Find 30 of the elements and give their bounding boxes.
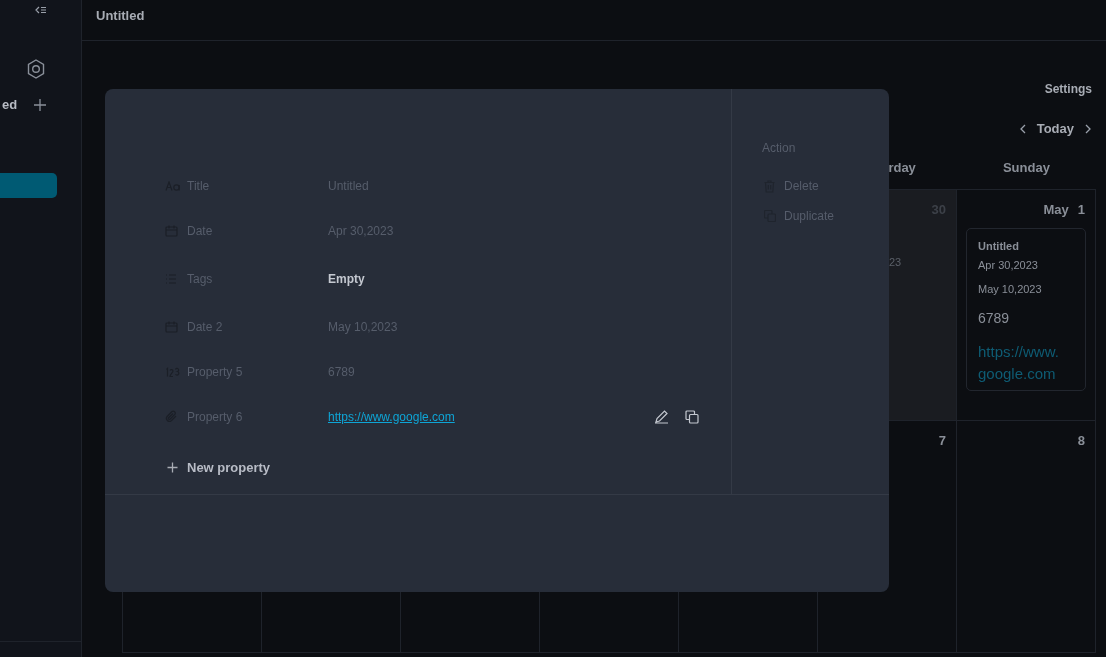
settings-icon[interactable] — [26, 58, 46, 80]
settings-link[interactable]: Settings — [1044, 80, 1092, 98]
add-icon[interactable] — [167, 462, 178, 474]
property-link[interactable]: https://www.google.com — [328, 407, 455, 426]
day-number: 8 — [1077, 431, 1085, 450]
previous-icon[interactable] — [1018, 123, 1027, 134]
event-date: May 10,2023 — [978, 282, 1043, 297]
day-header: rday — [888, 159, 916, 178]
new-property-button[interactable]: New property — [187, 458, 271, 478]
calendar-cell[interactable]: 8 — [957, 420, 1096, 653]
sidebar-item[interactable] — [0, 172, 57, 198]
next-icon[interactable] — [1084, 123, 1092, 134]
event-date: Apr 30,2023 — [978, 257, 1039, 273]
event-card[interactable]: Untitled Apr 30,2023 May 10,2023 6789 https://www.google.com — [966, 228, 1086, 391]
property-placeholder[interactable]: Empty — [328, 269, 365, 288]
month-label: May — [1043, 200, 1069, 219]
section-label: ed — [1, 96, 18, 114]
collapse-sidebar-icon[interactable] — [35, 5, 47, 15]
day-number: 1 — [1077, 200, 1085, 219]
add-icon[interactable] — [33, 97, 47, 112]
today-button[interactable]: Today — [1034, 119, 1076, 139]
day-number: 7 — [938, 431, 946, 450]
copy-icon[interactable] — [685, 409, 699, 424]
page-title: Untitled — [96, 8, 145, 23]
event-number: 6789 — [978, 308, 1011, 328]
calendar-cell[interactable]: May 1 Untitled Apr 30,2023 May 10,2023 6789 https://www.google.com — [957, 189, 1096, 421]
edit-icon[interactable] — [654, 409, 669, 424]
day-header: Sunday — [1002, 159, 1050, 178]
event-title: Untitled — [978, 239, 1020, 254]
event-text: 23 — [889, 256, 902, 268]
